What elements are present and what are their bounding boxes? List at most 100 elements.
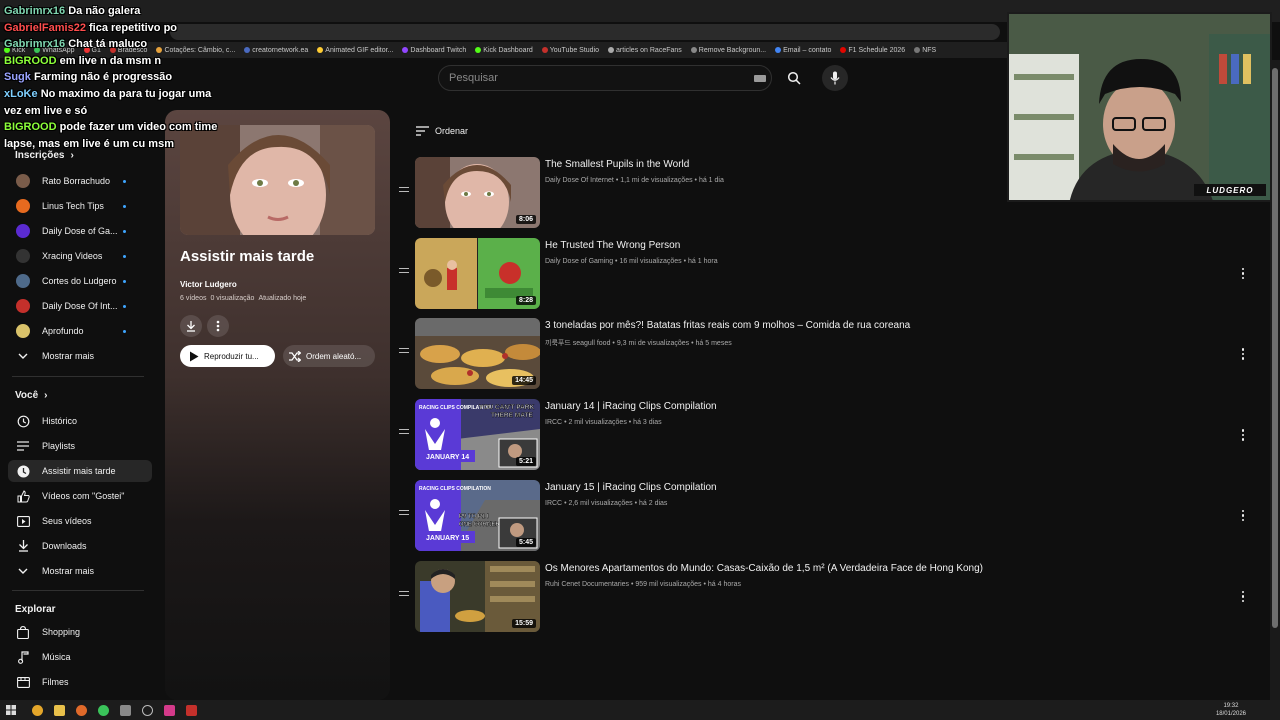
sidebar-item-music[interactable]: Música xyxy=(8,646,152,668)
taskbar-app-pink[interactable] xyxy=(158,700,180,720)
drag-handle-icon[interactable] xyxy=(399,429,409,439)
sidebar-item-subscription[interactable]: Aprofundo xyxy=(8,320,152,342)
bookmark-item[interactable]: F1 Schedule 2026 xyxy=(840,47,905,54)
video-row[interactable]: 14:45 3 toneladas por mês?! Batatas frita… xyxy=(395,318,1255,390)
bookmark-item[interactable]: Dashboard Twitch xyxy=(402,47,466,54)
video-channel[interactable]: Ruhi Cenet Documentaries xyxy=(545,581,629,588)
video-more-button[interactable] xyxy=(1239,509,1247,522)
download-icon xyxy=(16,539,30,553)
address-bar[interactable] xyxy=(170,24,1000,40)
playlist-more-button[interactable] xyxy=(207,315,229,337)
video-title[interactable]: Os Menores Apartamentos do Mundo: Casas-… xyxy=(545,563,983,574)
sidebar-item-watch-later[interactable]: Assistir mais tarde xyxy=(8,460,152,482)
new-content-dot xyxy=(123,305,126,308)
sidebar-item-history[interactable]: Histórico xyxy=(8,410,152,432)
sort-button[interactable]: Ordenar xyxy=(416,126,468,136)
sidebar-item-playlists[interactable]: Playlists xyxy=(8,435,152,457)
video-views: 1,1 mi de visualizações xyxy=(620,177,693,184)
video-channel[interactable]: IRCC xyxy=(545,419,562,426)
drag-handle-icon[interactable] xyxy=(399,187,409,197)
download-icon xyxy=(187,320,195,332)
bookmark-item[interactable]: Kick Dashboard xyxy=(475,47,533,54)
video-thumbnail[interactable]: 14:45 xyxy=(415,318,540,390)
video-more-button[interactable] xyxy=(1239,348,1247,360)
drag-handle-icon[interactable] xyxy=(399,267,409,278)
playlist-owner[interactable]: Victor Ludgero xyxy=(180,280,237,289)
sidebar-item-subscription[interactable]: Linus Tech Tips xyxy=(8,195,152,217)
sidebar-item-subscription[interactable]: Daily Dose of Ga... xyxy=(8,220,152,242)
play-icon xyxy=(190,351,199,361)
video-title[interactable]: 3 toneladas por mês?! Batatas fritas rea… xyxy=(545,320,910,331)
bookmark-item[interactable]: Remove Backgroun... xyxy=(690,47,766,54)
sidebar-item-shopping[interactable]: Shopping xyxy=(8,621,152,643)
sidebar-item-subscription[interactable]: Xracing Videos xyxy=(8,245,152,267)
folder-icon xyxy=(53,704,65,716)
chat-message: BIGROOD em live n da msm n xyxy=(4,53,224,70)
bookmark-item[interactable]: NFS xyxy=(914,47,936,54)
start-button[interactable] xyxy=(0,700,22,720)
video-title[interactable]: January 15 | iRacing Clips Compilation xyxy=(545,482,717,493)
chat-message: Gabrimrx16 Chat tá maluco xyxy=(4,36,224,53)
sidebar-item-subscription[interactable]: Daily Dose Of Int... xyxy=(8,295,152,317)
download-playlist-button[interactable] xyxy=(180,315,202,337)
drag-handle-icon[interactable] xyxy=(399,348,409,358)
show-more-subscriptions-button[interactable]: Mostrar mais xyxy=(8,345,152,367)
video-channel[interactable]: IRCC xyxy=(545,500,562,507)
video-title[interactable]: January 14 | iRacing Clips Compilation xyxy=(545,401,717,412)
video-title[interactable]: He Trusted The Wrong Person xyxy=(545,240,680,251)
bookmark-item[interactable]: Email – contato xyxy=(775,47,831,54)
sidebar-item-label: Aprofundo xyxy=(42,326,84,336)
sidebar-item-like[interactable]: Vídeos com "Gostei" xyxy=(8,485,152,507)
video-row[interactable]: 8:28 He Trusted The Wrong Person Daily Dos… xyxy=(395,237,1255,310)
scrollbar-thumb[interactable] xyxy=(1272,68,1278,628)
taskbar-whatsapp[interactable] xyxy=(92,700,114,720)
voice-search-button[interactable] xyxy=(822,65,848,91)
taskbar-explorer[interactable] xyxy=(48,700,70,720)
sidebar-divider xyxy=(12,376,144,377)
video-channel[interactable]: Daily Dose Of Internet xyxy=(545,177,614,184)
video-channel[interactable]: 끼룩푸드 seagull food xyxy=(545,340,610,347)
video-more-button[interactable] xyxy=(1239,590,1247,603)
drag-handle-icon[interactable] xyxy=(399,590,409,601)
keyboard-icon[interactable] xyxy=(754,75,766,82)
taskbar-app-red[interactable] xyxy=(180,700,202,720)
video-thumbnail[interactable]: RACING CLIPS COMPILATION JANUARY 14 YOU CA… xyxy=(415,399,540,471)
you-header[interactable]: Você › xyxy=(15,390,48,401)
taskbar-chrome[interactable] xyxy=(26,700,48,720)
play-all-button[interactable]: Reproduzir tu... xyxy=(180,345,275,367)
video-row[interactable]: RACING CLIPS COMPILATION JANUARY 14 YOU CA… xyxy=(395,399,1255,471)
sidebar-item-subscription[interactable]: Rato Borrachudo xyxy=(8,170,152,192)
video-thumbnail[interactable]: 8:06 xyxy=(415,157,540,228)
video-thumbnail[interactable]: 15:59 xyxy=(415,560,540,632)
video-more-button[interactable] xyxy=(1239,429,1247,441)
shuffle-button[interactable]: Ordem aleató... xyxy=(283,345,375,367)
sidebar-item-subscription[interactable]: Cortes do Ludgero xyxy=(8,270,152,292)
video-title[interactable]: The Smallest Pupils in the World xyxy=(545,159,689,170)
show-more-you-button[interactable]: Mostrar mais xyxy=(8,560,152,582)
taskbar-settings[interactable] xyxy=(136,700,158,720)
bookmark-item[interactable]: creatornetwork.ea xyxy=(244,47,308,54)
video-row[interactable]: 15:59 Os Menores Apartamentos do Mundo: C… xyxy=(395,560,1255,633)
search-button[interactable] xyxy=(775,65,813,91)
video-thumbnail[interactable]: 8:28 xyxy=(415,237,540,309)
search-input[interactable]: Pesquisar xyxy=(438,65,772,91)
microphone-icon xyxy=(830,71,840,85)
bookmark-item[interactable]: articles on RaceFans xyxy=(608,47,682,54)
taskbar-app-orange[interactable] xyxy=(70,700,92,720)
bookmark-item[interactable]: YouTube Studio xyxy=(541,47,599,54)
movies-icon xyxy=(16,675,30,689)
sidebar-item-your-videos[interactable]: Seus vídeos xyxy=(8,510,152,532)
taskbar-app-gray[interactable] xyxy=(114,700,136,720)
video-more-button[interactable] xyxy=(1239,267,1247,280)
sidebar-item-movies[interactable]: Filmes xyxy=(8,671,152,693)
svg-text:RACING CLIPS COMPILATION: RACING CLIPS COMPILATION xyxy=(419,486,491,492)
drag-handle-icon[interactable] xyxy=(399,509,409,520)
video-channel[interactable]: Daily Dose of Gaming xyxy=(545,258,613,265)
sidebar-item-download[interactable]: Downloads xyxy=(8,535,152,557)
taskbar-clock[interactable]: 19:32 18/01/2026 xyxy=(1216,702,1246,718)
bookmark-item[interactable]: Animated GIF editor... xyxy=(317,47,393,54)
sidebar-item-label: Vídeos com "Gostei" xyxy=(42,491,125,501)
video-duration: 8:28 xyxy=(515,295,536,305)
video-row[interactable]: RACING CLIPS COMPILATION JANUARY 15 P9 TO … xyxy=(395,479,1255,552)
video-thumbnail[interactable]: RACING CLIPS COMPILATION JANUARY 15 P9 TO … xyxy=(415,479,540,551)
